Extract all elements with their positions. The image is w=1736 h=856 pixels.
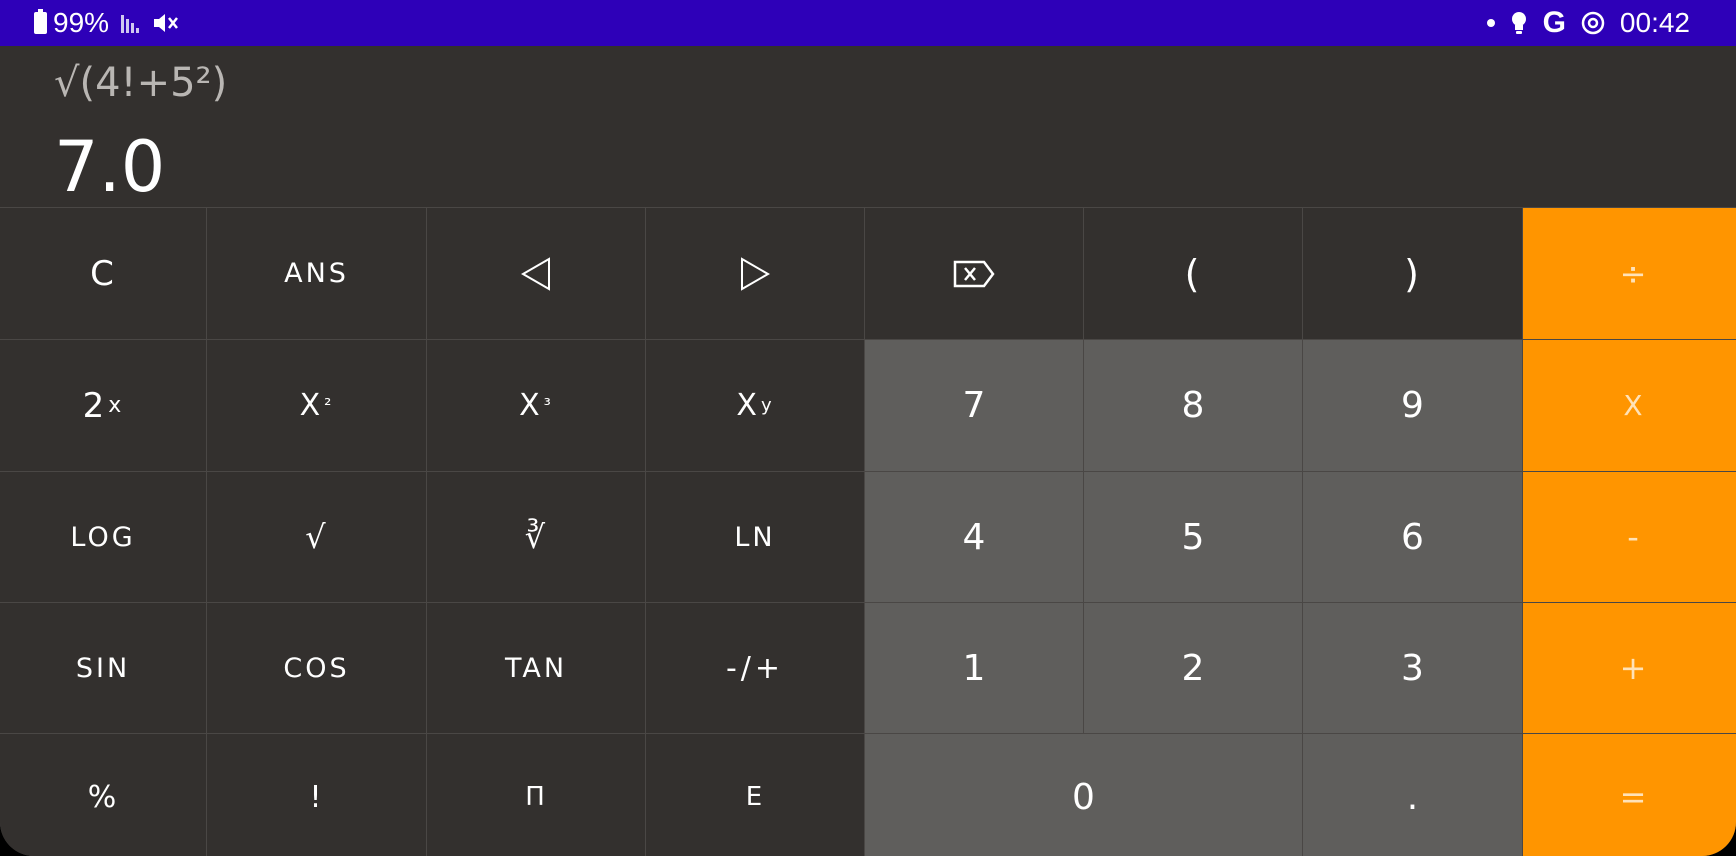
tan-button[interactable]: TAN (427, 603, 645, 733)
power-button[interactable]: Xy (646, 340, 864, 471)
sync-icon (1581, 11, 1605, 35)
google-icon: G (1542, 6, 1566, 39)
cursor-left-button[interactable] (427, 208, 645, 339)
square-exponent: ² (324, 395, 334, 416)
status-right: G 00:42 (1486, 6, 1690, 40)
close-paren-button[interactable]: ) (1303, 208, 1522, 339)
log-button[interactable]: LOG (0, 472, 206, 602)
backspace-button[interactable] (865, 208, 1083, 339)
percent-button[interactable]: % (0, 734, 206, 856)
divide-button[interactable]: ÷ (1523, 208, 1736, 339)
digit-7-button[interactable]: 7 (865, 340, 1083, 471)
digit-2-button[interactable]: 2 (1084, 603, 1302, 733)
sin-button[interactable]: SIN (0, 603, 206, 733)
digit-1-button[interactable]: 1 (865, 603, 1083, 733)
sqrt-button[interactable]: √ (207, 472, 426, 602)
open-paren-button[interactable]: ( (1084, 208, 1302, 339)
backspace-icon (953, 260, 995, 287)
cbrt-button[interactable]: ∛ (427, 472, 645, 602)
cursor-right-button[interactable] (646, 208, 864, 339)
e-button[interactable]: E (646, 734, 864, 856)
multiply-button[interactable]: X (1523, 340, 1736, 471)
decimal-button[interactable]: . (1303, 734, 1522, 856)
cos-button[interactable]: COS (207, 603, 426, 733)
result-text: 7.0 (54, 126, 166, 208)
two-power-x-button[interactable]: 2x (0, 340, 206, 471)
digit-4-button[interactable]: 4 (865, 472, 1083, 602)
factorial-button[interactable]: ! (207, 734, 426, 856)
square-base: X (299, 388, 323, 423)
plus-button[interactable]: + (1523, 603, 1736, 733)
negate-button[interactable]: -/+ (646, 603, 864, 733)
power-base: X (736, 388, 759, 423)
equals-button[interactable]: = (1523, 734, 1736, 856)
mute-icon (154, 14, 179, 32)
triangle-right-icon (741, 256, 771, 291)
bulb-icon (1511, 12, 1526, 34)
triangle-left-icon (520, 256, 550, 291)
minus-button[interactable]: - (1523, 472, 1736, 602)
calculator-screen: 99% G 00:42 √(4!+5²) 7.0 C ANS () ÷ 2 x… (0, 0, 1736, 856)
digit-3-button[interactable]: 3 (1303, 603, 1522, 733)
two-power-x-exponent: x (108, 393, 124, 418)
keypad: C ANS ( ) ÷ 2x X² X³ X y 7 8 9 X LOG √ ∛… (0, 208, 1736, 856)
battery-icon (34, 9, 47, 34)
display-panel: √(4!+5²) 7.0 (0, 46, 1736, 208)
battery-level: 99% (53, 7, 110, 38)
clock: 00:42 (1619, 7, 1690, 38)
cube-button[interactable]: X³ (427, 340, 645, 471)
expression-text: √(4!+5²) (54, 60, 228, 106)
digit-8-button[interactable]: 8 (1084, 340, 1302, 471)
digit-0-button[interactable]: 0 (865, 734, 1302, 856)
clear-button[interactable]: C (0, 208, 206, 339)
ans-button[interactable]: ANS (207, 208, 426, 339)
dot-icon (1486, 19, 1495, 27)
status-bar: 99% G 00:42 (0, 0, 1736, 46)
square-button[interactable]: X² (207, 340, 426, 471)
digit-6-button[interactable]: 6 (1303, 472, 1522, 602)
status-left: 99% (34, 6, 179, 40)
cube-base: X (519, 388, 542, 423)
two-power-x-base: 2 (82, 385, 107, 426)
ln-button[interactable]: LN (646, 472, 864, 602)
cube-exponent: ³ (543, 395, 553, 416)
power-exponent: y (760, 395, 774, 416)
digit-9-button[interactable]: 9 (1303, 340, 1522, 471)
signal-icon (121, 13, 140, 33)
pi-button[interactable]: Π (427, 734, 645, 856)
digit-5-button[interactable]: 5 (1084, 472, 1302, 602)
